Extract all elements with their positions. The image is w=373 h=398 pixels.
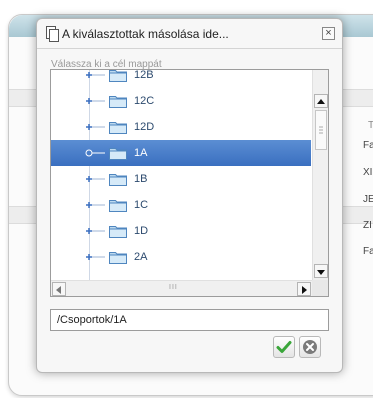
checkmark-icon (276, 341, 292, 353)
tree-connector-icon (86, 98, 105, 104)
background-column-header: T (368, 120, 373, 131)
tree-item-label: 2A (134, 251, 148, 263)
tree-item-12b[interactable]: 12B (51, 70, 311, 88)
dialog-title: A kiválasztottak másolása ide... (62, 27, 229, 41)
folder-icon (109, 200, 127, 212)
scrollbar-corner (312, 280, 328, 296)
arrow-right-icon (302, 286, 307, 294)
folder-icon (109, 148, 127, 160)
tree-item-label: 1A (134, 147, 148, 159)
background-row-cell: JE (363, 194, 373, 205)
close-button[interactable]: × (322, 27, 335, 40)
tree-item-1d[interactable]: 1D (51, 218, 311, 244)
tree-item-label: 1D (134, 225, 149, 237)
scroll-down-button[interactable] (314, 264, 328, 278)
folder-icon (109, 226, 127, 238)
tree-connector-icon (86, 254, 105, 260)
app-window: T Fa XI JE ZI Fa A kiválasztottak másolá… (0, 0, 373, 398)
background-row-cell: ZI (363, 220, 372, 231)
folder-icon (109, 252, 127, 264)
tree-item-1c[interactable]: 1C (51, 192, 311, 218)
tree-connector-icon (86, 202, 105, 208)
arrow-up-icon (317, 99, 325, 104)
tree-item-2a[interactable]: 2A (51, 244, 311, 270)
folder-icon (109, 96, 127, 108)
arrow-left-icon (56, 286, 61, 294)
tree-item-label: 12C (134, 95, 155, 107)
folder-icon (109, 122, 127, 134)
scroll-up-button[interactable] (314, 94, 328, 108)
folder-list: 12B 12C 12D 1A 1B 1C 1D 2A (51, 70, 311, 280)
folder-icon (109, 70, 127, 82)
tree-item-1b[interactable]: 1B (51, 166, 311, 192)
tree-connector-icon (85, 149, 105, 157)
tree-item-label: 1C (134, 199, 149, 211)
tree-connector-icon (86, 124, 105, 130)
target-path-input[interactable] (50, 309, 329, 331)
background-row-cell: Fa (363, 246, 373, 257)
folder-tree: 12B 12C 12D 1A 1B 1C 1D 2A III (50, 69, 329, 297)
folder-icon (109, 174, 127, 186)
close-icon: × (325, 27, 332, 39)
tree-item-label: 12B (134, 70, 154, 81)
background-row-cell: XI (363, 167, 373, 178)
cancel-button[interactable] (299, 336, 321, 358)
tree-item-label: 12D (134, 121, 155, 133)
tree-item-1a[interactable]: 1A (51, 140, 311, 166)
grip-icon (319, 126, 323, 134)
dialog-header: A kiválasztottak másolása ide... × (37, 19, 342, 49)
horizontal-scrollbar[interactable]: III (51, 280, 312, 296)
vertical-scrollbar[interactable] (312, 70, 328, 280)
tree-connector-icon (86, 228, 105, 234)
tree-connector-icon (86, 72, 105, 78)
vertical-scroll-thumb[interactable] (315, 110, 327, 150)
scroll-right-button[interactable] (297, 282, 311, 296)
tree-item-12d[interactable]: 12D (51, 114, 311, 140)
ok-button[interactable] (273, 336, 295, 358)
tree-item-12c[interactable]: 12C (51, 88, 311, 114)
horizontal-scroll-thumb[interactable]: III (169, 284, 178, 291)
copy-dialog: A kiválasztottak másolása ide... × Válas… (36, 18, 343, 373)
copy-document-icon (46, 26, 60, 42)
background-row-cell: Fa (363, 140, 373, 151)
tree-item-label: 1B (134, 173, 148, 185)
scroll-left-button[interactable] (52, 282, 66, 296)
tree-connector-icon (86, 176, 105, 182)
arrow-down-icon (317, 270, 325, 275)
cancel-icon (303, 340, 317, 354)
